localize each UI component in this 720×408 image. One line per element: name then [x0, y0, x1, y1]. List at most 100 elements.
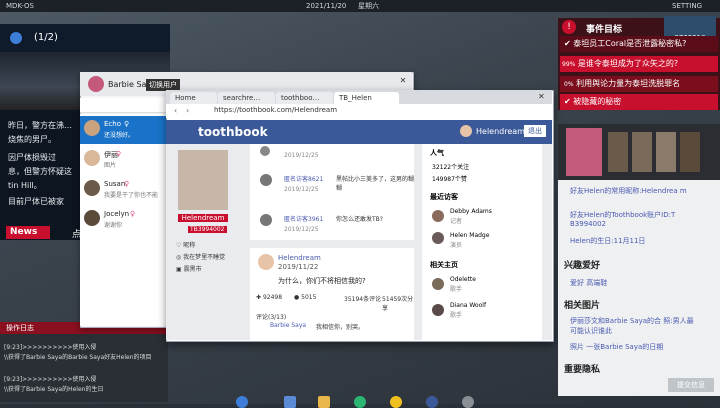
- task-item[interactable]: ✔ 被隐藏的秘密: [560, 94, 718, 110]
- tab-toothbook[interactable]: toothboo…: [276, 92, 333, 104]
- profile-gender: ♡ 昵称: [176, 242, 196, 249]
- comments-value: 5015: [301, 294, 317, 301]
- post-user[interactable]: Helendream: [278, 254, 321, 262]
- tab-home[interactable]: Home: [170, 92, 217, 104]
- tab-search[interactable]: searchre…: [218, 92, 275, 104]
- news-line: 息，但警方怀疑这: [8, 167, 72, 176]
- reply-user[interactable]: Barbie Saya: [270, 322, 306, 329]
- tab-tb-helen[interactable]: TB_Helen: [334, 92, 399, 104]
- avatar: [432, 210, 444, 222]
- repost-count: 35194条评论: [344, 296, 382, 303]
- fact-item[interactable]: 好友Helen的常用昵称:Helendrea m: [570, 186, 710, 196]
- like-count[interactable]: ✚ 92498: [256, 294, 282, 301]
- task-text: 利用舆论力量为泰坦洗脱罪名: [576, 79, 681, 88]
- visitor-name[interactable]: Helen Madge: [450, 232, 489, 239]
- news-line: tin Hill。: [8, 181, 42, 190]
- portrait[interactable]: [566, 128, 602, 176]
- globe-icon: [10, 32, 22, 44]
- mail-app-icon[interactable]: [284, 396, 296, 408]
- comment-text: 黑帖比小三美多了，这男的糊糊: [336, 176, 415, 192]
- settings-app-icon[interactable]: [462, 396, 474, 408]
- contact-status: 图片: [104, 162, 117, 169]
- related-role: 歌手: [450, 312, 463, 319]
- hobby-item[interactable]: 爱好 高端鞋: [570, 278, 607, 288]
- news-header: (1/2): [0, 24, 170, 52]
- avatar: [88, 76, 104, 92]
- contact-item[interactable]: 伊丽 ♀ 图片: [80, 146, 166, 174]
- popularity-title: 人气: [430, 149, 444, 157]
- task-item[interactable]: ✔ 泰坦员工Coral是否泄露秘密私?: [560, 36, 718, 52]
- avatar: [258, 254, 274, 270]
- avatar: [460, 125, 472, 137]
- check-icon: ✔: [564, 97, 571, 106]
- post-text: 为什么，你们不将相信我的?: [278, 277, 366, 285]
- contact-item[interactable]: Echo ♀ 还没想好。: [80, 116, 166, 144]
- news-line: 烧焦的男尸。: [8, 135, 56, 144]
- browser-app-icon[interactable]: [426, 396, 438, 408]
- task-item[interactable]: 0% 利用舆论力量为泰坦洗脱罪名: [560, 76, 718, 92]
- comment-user[interactable]: 匿名访客8621: [284, 174, 323, 183]
- close-icon[interactable]: ✕: [398, 76, 408, 86]
- news-line: 目前尸体已被家: [8, 197, 64, 206]
- globe-app-icon[interactable]: [236, 396, 248, 408]
- related-name[interactable]: Diana Woolf: [450, 302, 486, 309]
- logged-in-username: Helendream: [476, 127, 525, 136]
- followers: 32122个关注: [432, 164, 470, 171]
- contact-list: Echo ♀ 还没想好。 伊丽 ♀ 图片 Susan ♀ 我要是干了你也不能 J…: [80, 114, 166, 326]
- task-item[interactable]: 99% 是谁令泰坦成为了众矢之的?: [560, 56, 718, 72]
- folder-app-icon[interactable]: [318, 396, 330, 408]
- url-input[interactable]: https://toothbook.com/Helendream: [214, 106, 464, 116]
- settings-button[interactable]: SETTING: [672, 0, 702, 12]
- city-text: 震黑市: [183, 266, 202, 273]
- news-page-indicator: (1/2): [34, 32, 58, 43]
- chat-app-icon[interactable]: [354, 396, 366, 408]
- profile-city: ▣ 震黑市: [176, 266, 202, 273]
- portrait[interactable]: [608, 132, 628, 172]
- news-line: 昨日，警方在沸…: [8, 121, 72, 130]
- comment-text: 你怎么还敢发TB?: [336, 216, 383, 223]
- pic-item[interactable]: 照片 一张Barbie Saya的日期: [570, 342, 700, 352]
- pics-title: 相关图片: [564, 301, 601, 311]
- os-title: MDK-OS: [6, 2, 34, 10]
- news-line: 因尸体损毁过: [8, 153, 56, 162]
- contact-item[interactable]: Susan ♀ 我要是干了你也不能: [80, 176, 166, 204]
- back-icon[interactable]: ‹: [174, 106, 177, 115]
- comment-count[interactable]: ● 5015: [294, 294, 316, 301]
- fact-item[interactable]: 好友Helen的Toothbook账户ID:T B3994002: [570, 210, 710, 228]
- portrait[interactable]: [656, 132, 676, 172]
- comment-user[interactable]: 匿名访客3961: [284, 214, 323, 223]
- related-name[interactable]: Odelette: [450, 276, 476, 283]
- post-date: 2019/11/22: [278, 263, 319, 271]
- chat-search[interactable]: [80, 98, 166, 113]
- gender-icon: ♀: [116, 150, 122, 158]
- comment-date: 2019/12/25: [284, 152, 319, 159]
- tab-bar: Home searchre… toothboo… TB_Helen ✕: [166, 90, 552, 104]
- avatar: [84, 150, 100, 166]
- notes-app-icon[interactable]: [390, 396, 402, 408]
- log-line: \\获得了Barbie Saya的Barbie Saya好友Helen的项目: [4, 354, 152, 361]
- tab-label: searchre…: [223, 94, 261, 102]
- contact-item[interactable]: Jocelyn ♀ 谢谢你: [80, 206, 166, 234]
- fact-item[interactable]: Helen的生日:11月11日: [570, 236, 710, 246]
- check-icon: ✔: [564, 39, 571, 48]
- logout-button[interactable]: 退出: [524, 125, 546, 137]
- avatar: [260, 146, 270, 156]
- avatar: [432, 304, 444, 316]
- visitor-name[interactable]: Debby Adams: [450, 208, 492, 215]
- alert-icon: !: [562, 20, 576, 34]
- avatar: [84, 120, 100, 136]
- contact-name: Susan: [104, 180, 126, 188]
- log-line: [9:23]>>>>>>>>>>使用入侵: [4, 376, 97, 383]
- pic-item[interactable]: 伊丽莎文和Barbie Saya的合 照:男人最可能认识谁此: [570, 316, 700, 336]
- contact-status: 谢谢你: [104, 222, 123, 229]
- close-icon[interactable]: ✕: [538, 92, 545, 101]
- avatar: [260, 214, 272, 226]
- portrait[interactable]: [632, 132, 652, 172]
- profile-bio: ◎ 我在梦里不睡觉: [176, 254, 226, 261]
- forward-icon[interactable]: ›: [186, 106, 189, 115]
- avatar: [84, 180, 100, 196]
- portrait[interactable]: [680, 132, 700, 172]
- hobby-title: 兴趣爱好: [564, 261, 601, 271]
- submit-button[interactable]: 提交信息: [668, 378, 714, 392]
- profile-name: Helendream: [178, 214, 228, 222]
